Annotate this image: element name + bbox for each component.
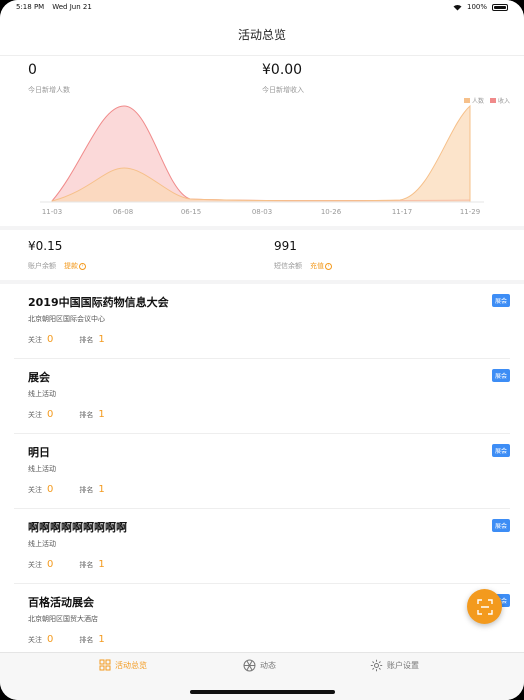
event-title: 2019中国国际药物信息大会: [28, 296, 169, 309]
battery-percent: 100%: [466, 3, 487, 11]
follow-count: 0: [47, 484, 54, 495]
rank-value: 1: [98, 334, 105, 345]
follow-count: 0: [47, 409, 54, 420]
rank-label: 排名: [79, 636, 94, 644]
rank-label: 排名: [79, 336, 94, 344]
balances-panel: ¥0.15 账户余额 提款 › 991 短信余额 充值 ›: [0, 230, 524, 280]
overview-panel: 0 今日新增人数 ¥0.00 今日新增收入 人数 收入 11-03 06-08 06…: [0, 56, 524, 226]
account-balance-label: 账户余额: [28, 262, 56, 270]
info-circle-icon: ›: [325, 262, 332, 270]
sms-balance: 991 短信余额 充值 ›: [274, 239, 332, 271]
event-title: 百格活动展会: [28, 596, 94, 609]
event-stats: 关注 0 排名 1: [28, 634, 131, 645]
wifi-icon: [453, 4, 462, 10]
rank-label: 排名: [79, 561, 94, 569]
sms-balance-label: 短信余额: [274, 262, 302, 270]
rank-label: 排名: [79, 411, 94, 419]
event-type-badge: 展会: [491, 294, 510, 307]
x-tick-label: 08-03: [252, 208, 272, 216]
tab-overview[interactable]: 活动总览: [99, 653, 147, 677]
follow-label: 关注: [28, 336, 42, 344]
event-stats: 关注 0 排名 1: [28, 559, 131, 570]
new-income-label: 今日新增收入: [262, 86, 304, 94]
new-users-value: 0: [28, 62, 37, 78]
event-location: 北京朝阳区国际会议中心: [28, 315, 105, 323]
status-bar: 5:18 PM Wed Jun 21 100%: [0, 0, 524, 14]
follow-count: 0: [47, 334, 54, 345]
battery-icon: [492, 3, 508, 11]
new-users-label: 今日新增人数: [28, 86, 70, 94]
event-type-badge: 展会: [491, 369, 510, 382]
event-type-badge: 展会: [491, 519, 510, 532]
follow-count: 0: [47, 634, 54, 645]
event-stats: 关注 0 排名 1: [28, 484, 131, 495]
withdraw-label: 提款: [64, 262, 78, 270]
list-item[interactable]: 2019中国国际药物信息大会 北京朝阳区国际会议中心 关注 0 排名 1 展会: [14, 284, 510, 359]
follow-label: 关注: [28, 561, 42, 569]
tab-feed-label: 动态: [260, 660, 276, 670]
page-title: 活动总览: [237, 28, 286, 42]
x-tick-label: 06-15: [181, 208, 201, 216]
aperture-icon: [243, 659, 256, 671]
event-type-badge: 展会: [491, 444, 510, 457]
tab-overview-label: 活动总览: [115, 660, 147, 670]
trend-chart: 11-03 06-08 06-15 08-03 10-26 11-17 11-29: [40, 104, 484, 216]
scan-button[interactable]: [467, 589, 502, 624]
event-location: 线上活动: [28, 540, 56, 548]
list-item[interactable]: 展会 线上活动 关注 0 排名 1 展会: [14, 359, 510, 434]
rank-value: 1: [98, 484, 105, 495]
tab-account-settings-label: 账户设置: [387, 660, 419, 670]
list-item[interactable]: 啊啊啊啊啊啊啊啊啊 线上活动 关注 0 排名 1 展会: [14, 509, 510, 584]
list-item[interactable]: 百格活动展会 北京朝阳区国贸大酒店 关注0 排名1 展会: [14, 584, 510, 659]
info-circle-icon: ›: [79, 262, 86, 270]
new-income-stat: ¥0.00 今日新增收入: [262, 62, 304, 95]
rank-label: 排名: [79, 486, 94, 494]
rank-value: 1: [98, 634, 105, 645]
event-stats: 关注 0 排名 1: [28, 334, 131, 345]
status-time: 5:18 PM: [16, 3, 45, 11]
status-date: Wed Jun 21: [52, 3, 92, 11]
nav-bar: 活动总览: [0, 14, 524, 56]
withdraw-link[interactable]: 提款 ›: [64, 261, 86, 271]
x-tick-label: 11-17: [392, 208, 412, 216]
event-list: 2019中国国际药物信息大会 北京朝阳区国际会议中心 关注 0 排名 1 展会 展会…: [0, 284, 524, 659]
recharge-label: 充值: [310, 262, 324, 270]
x-tick-labels: 11-03 06-08 06-15 08-03 10-26 11-17 11-29: [42, 208, 480, 216]
sms-balance-value: 991: [274, 239, 297, 253]
account-balance-value: ¥0.15: [28, 239, 63, 253]
rank-value: 1: [98, 559, 105, 570]
new-income-value: ¥0.00: [262, 62, 303, 78]
event-title: 明日: [28, 446, 50, 459]
follow-label: 关注: [28, 411, 42, 419]
x-tick-label: 11-03: [42, 208, 62, 216]
follow-count: 0: [47, 559, 54, 570]
x-tick-label: 06-08: [113, 208, 133, 216]
app-screen: 5:18 PM Wed Jun 21 100% 活动总览 0 今日新增人数 ¥0…: [0, 0, 524, 700]
x-tick-label: 11-29: [460, 208, 480, 216]
rank-value: 1: [98, 409, 105, 420]
list-item[interactable]: 明日 线上活动 关注 0 排名 1 展会: [14, 434, 510, 509]
follow-label: 关注: [28, 486, 42, 494]
recharge-link[interactable]: 充值 ›: [310, 261, 332, 271]
grid-icon: [99, 659, 111, 671]
scan-icon: [476, 598, 493, 615]
new-users-stat: 0 今日新增人数: [28, 62, 70, 95]
follow-label: 关注: [28, 636, 42, 644]
event-stats: 关注 0 排名 1: [28, 409, 131, 420]
event-title: 啊啊啊啊啊啊啊啊啊: [28, 521, 127, 534]
home-indicator: [190, 690, 335, 694]
tab-feed[interactable]: 动态: [243, 653, 276, 677]
event-location: 北京朝阳区国贸大酒店: [28, 615, 98, 623]
event-location: 线上活动: [28, 390, 56, 398]
x-tick-label: 10-26: [321, 208, 342, 216]
event-title: 展会: [28, 371, 50, 384]
tab-account-settings[interactable]: 账户设置: [370, 653, 419, 677]
event-location: 线上活动: [28, 465, 56, 473]
account-balance: ¥0.15 账户余额 提款 ›: [28, 239, 86, 271]
gear-icon: [370, 659, 383, 671]
